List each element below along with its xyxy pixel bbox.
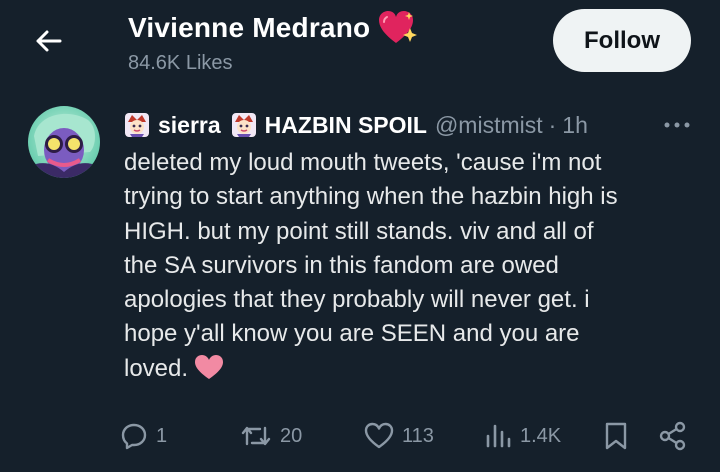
reply-icon bbox=[121, 423, 147, 450]
share-button[interactable] bbox=[658, 416, 688, 456]
pink-heart-icon bbox=[195, 354, 224, 379]
jester-face-icon bbox=[231, 113, 256, 137]
bookmark-button[interactable] bbox=[604, 416, 628, 456]
tweet-last-line: loved. bbox=[124, 352, 694, 386]
tweet-line: deleted my loud mouth tweets, 'cause i'm… bbox=[124, 149, 602, 176]
tweet-action-bar: 1 20 113 1.4K bbox=[0, 416, 720, 456]
tweet-line: the SA survivors in this fandom are owed bbox=[124, 251, 559, 279]
tweet-text: deleted my loud mouth tweets, 'cause i'm… bbox=[124, 146, 694, 386]
sparkling-heart-icon bbox=[379, 11, 418, 43]
author-handle[interactable]: @mistmist bbox=[435, 112, 543, 139]
arrow-left-icon bbox=[36, 30, 62, 52]
bookmark-icon bbox=[605, 422, 627, 450]
tweet-line: loved. bbox=[124, 354, 189, 382]
tweet-author-line: sierra HAZBIN SPOIL @mistmist · 1h bbox=[124, 109, 588, 141]
bar-chart-icon bbox=[486, 424, 511, 448]
like-button[interactable]: 113 bbox=[364, 416, 434, 456]
avatar[interactable] bbox=[28, 106, 100, 178]
more-dots-icon bbox=[664, 122, 690, 128]
tweet-line: trying to start anything when the hazbin… bbox=[124, 183, 618, 211]
jester-face-icon bbox=[125, 113, 149, 137]
author-name-part2[interactable]: HAZBIN SPOIL bbox=[265, 112, 427, 139]
tweet-line: apologies that they probably will never … bbox=[124, 286, 590, 314]
reply-count: 1 bbox=[156, 424, 168, 447]
share-icon bbox=[659, 421, 686, 451]
profile-likes-count: 84.6K Likes bbox=[128, 52, 233, 74]
reply-button[interactable]: 1 bbox=[120, 416, 167, 456]
profile-name: Vivienne Medrano bbox=[128, 10, 418, 46]
views-button[interactable]: 1.4K bbox=[484, 416, 561, 456]
avatar-image bbox=[28, 106, 100, 178]
author-name-part1[interactable]: sierra bbox=[158, 112, 221, 139]
back-button[interactable] bbox=[22, 20, 74, 62]
follow-button[interactable]: Follow bbox=[553, 9, 691, 72]
tweet-line: hope y'all know you are SEEN and you are bbox=[124, 320, 580, 348]
repost-count: 20 bbox=[280, 424, 303, 447]
more-options-button[interactable] bbox=[660, 112, 694, 138]
separator-dot: · bbox=[548, 111, 557, 138]
tweet-time[interactable]: 1h bbox=[562, 112, 588, 139]
profile-name-text: Vivienne Medrano bbox=[128, 12, 371, 43]
heart-outline-icon bbox=[364, 422, 394, 449]
like-count: 113 bbox=[402, 424, 434, 447]
tweet-line: HIGH. but my point still stands. viv and… bbox=[124, 217, 594, 245]
repost-icon bbox=[241, 426, 271, 446]
repost-button[interactable]: 20 bbox=[240, 416, 302, 456]
profile-header: Vivienne Medrano 84.6K Likes Follow bbox=[0, 0, 720, 92]
views-count: 1.4K bbox=[520, 424, 562, 447]
